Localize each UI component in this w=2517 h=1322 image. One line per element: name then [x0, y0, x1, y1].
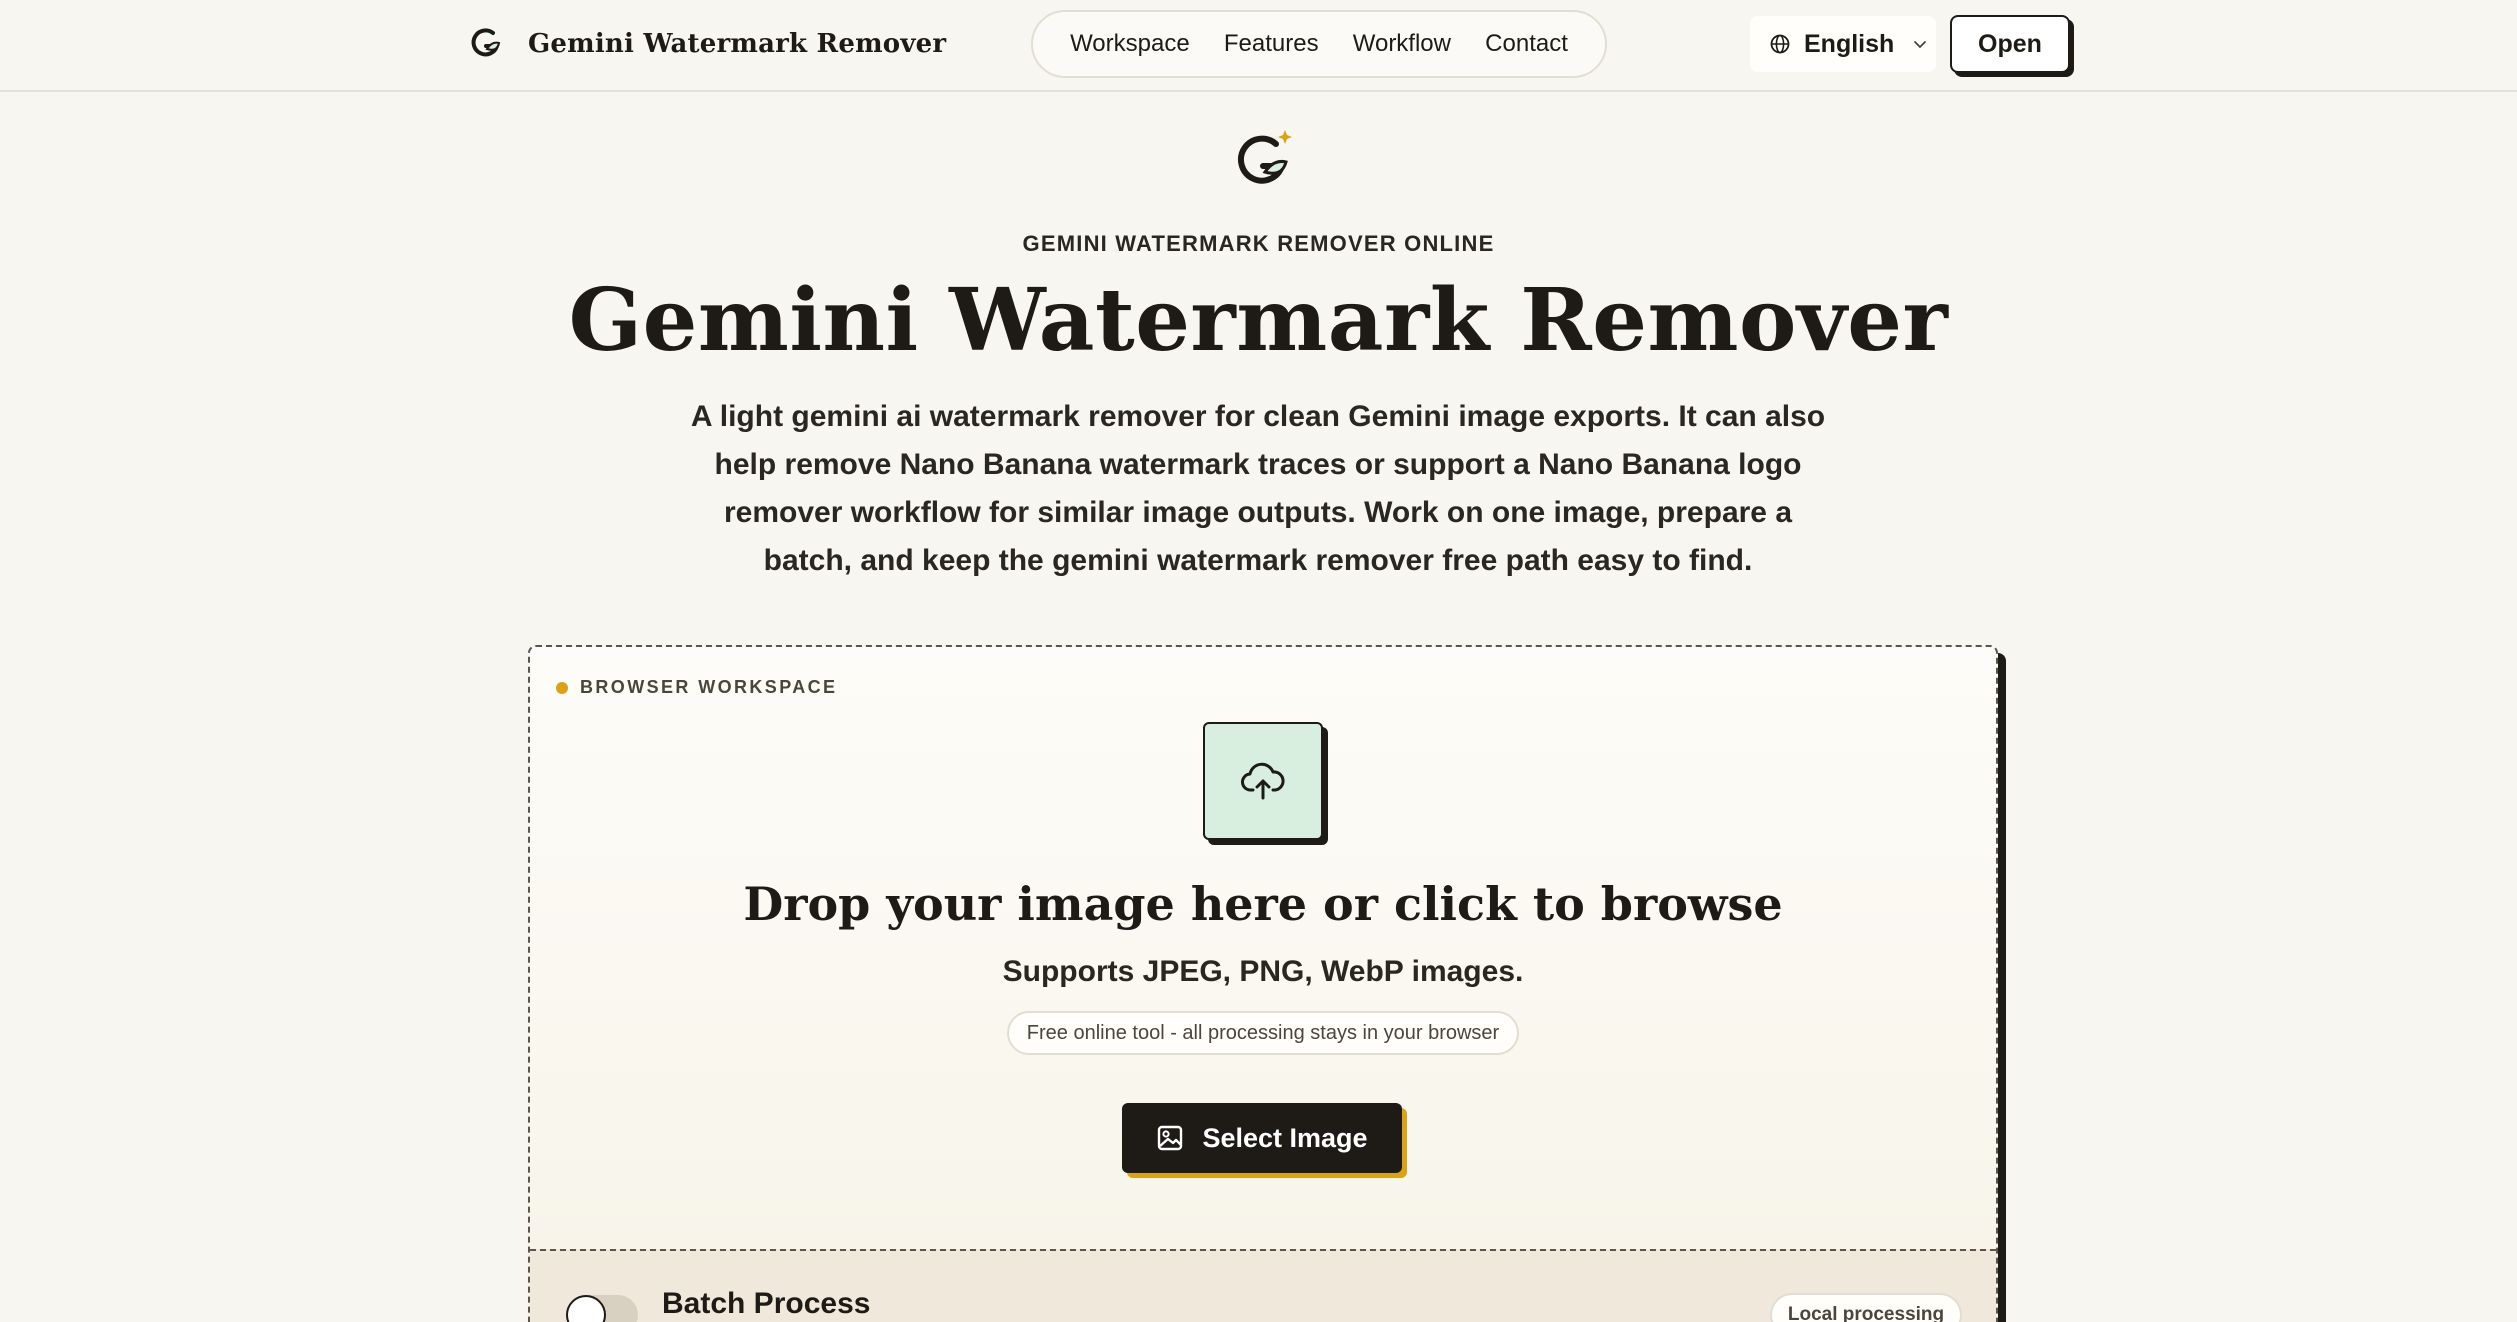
cloud-upload-icon	[1241, 762, 1285, 800]
select-image-button[interactable]: Select Image	[1122, 1103, 1402, 1173]
workspace-label: BROWSER WORKSPACE	[556, 677, 837, 698]
batch-process-bar: Batch Process Local processing	[530, 1249, 1996, 1322]
brand-name: Gemini Watermark Remover	[528, 29, 947, 59]
chevron-down-icon	[1914, 41, 1927, 49]
image-icon	[1158, 1125, 1183, 1151]
upload-tile[interactable]	[1203, 722, 1323, 840]
supported-formats: Supports JPEG, PNG, WebP images.	[1002, 955, 1524, 988]
toggle-knob	[566, 1295, 606, 1322]
brand-link[interactable]: Gemini Watermark Remover	[468, 24, 946, 64]
batch-process-label: Batch Process	[662, 1287, 871, 1320]
select-image-label: Select Image	[1202, 1122, 1368, 1153]
privacy-badge: Free online tool - all processing stays …	[1007, 1011, 1519, 1055]
drop-title: Drop your image here or click to browse	[743, 877, 1783, 931]
gemini-g-logo-icon	[1237, 130, 1292, 184]
local-processing-badge: Local processing	[1770, 1293, 1962, 1322]
main-nav: Workspace Features Workflow Contact	[1031, 10, 1607, 78]
globe-icon	[1770, 34, 1790, 54]
page-title: Gemini Watermark Remover	[568, 270, 1949, 371]
language-label: English	[1804, 29, 1895, 58]
nav-contact[interactable]: Contact	[1485, 30, 1568, 58]
language-selector[interactable]: English	[1750, 16, 1936, 72]
status-dot	[556, 681, 568, 694]
batch-process-toggle[interactable]	[566, 1295, 638, 1322]
nav-workspace[interactable]: Workspace	[1070, 30, 1190, 58]
upload-dropzone[interactable]: BROWSER WORKSPACE Drop your image here o…	[528, 645, 1998, 1322]
open-button[interactable]: Open	[1950, 15, 2070, 73]
hero-description: A light gemini ai watermark remover for …	[690, 400, 1826, 577]
workspace-label-text: BROWSER WORKSPACE	[580, 677, 838, 697]
hero-eyebrow: GEMINI WATERMARK REMOVER ONLINE	[1022, 231, 1495, 256]
gemini-g-logo-icon	[471, 28, 501, 57]
nav-features[interactable]: Features	[1224, 30, 1319, 58]
nav-workflow[interactable]: Workflow	[1353, 30, 1451, 58]
site-header: Gemini Watermark Remover Workspace Featu…	[0, 0, 2517, 92]
